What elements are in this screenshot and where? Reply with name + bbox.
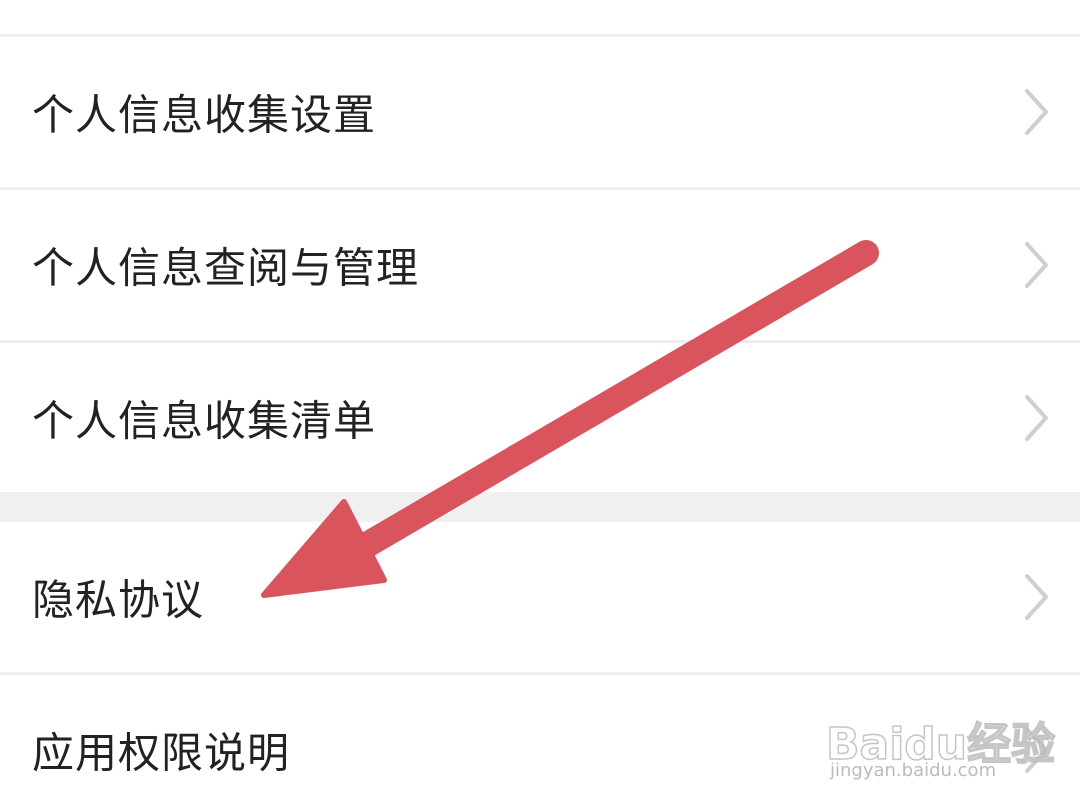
settings-item-label: 应用权限说明 [32, 728, 291, 778]
chevron-right-icon [1025, 727, 1048, 773]
chevron-right-icon [1025, 89, 1048, 135]
settings-item-label: 个人信息收集设置 [32, 90, 377, 140]
settings-item-label: 个人信息查阅与管理 [32, 243, 420, 293]
settings-item-personal-info-view-manage[interactable]: 个人信息查阅与管理 [0, 190, 1080, 340]
section-separator [0, 492, 1080, 522]
settings-item-label: 个人信息收集清单 [32, 396, 377, 445]
chevron-right-icon [1025, 394, 1048, 441]
settings-item-privacy-agreement[interactable]: 隐私协议 [0, 522, 1080, 672]
chevron-right-icon [1025, 574, 1048, 620]
settings-item-personal-info-collection-list[interactable]: 个人信息收集清单 [0, 343, 1080, 492]
chevron-right-icon [1025, 242, 1048, 288]
top-edge [0, 0, 1080, 34]
settings-screen: 个人信息收集设置 个人信息查阅与管理 个人信息收集清单 隐私协议 应用权限说明 [0, 0, 1080, 812]
settings-item-label: 隐私协议 [32, 575, 205, 625]
settings-item-personal-info-collection-settings[interactable]: 个人信息收集设置 [0, 37, 1080, 187]
settings-item-app-permissions[interactable]: 应用权限说明 [0, 675, 1080, 812]
